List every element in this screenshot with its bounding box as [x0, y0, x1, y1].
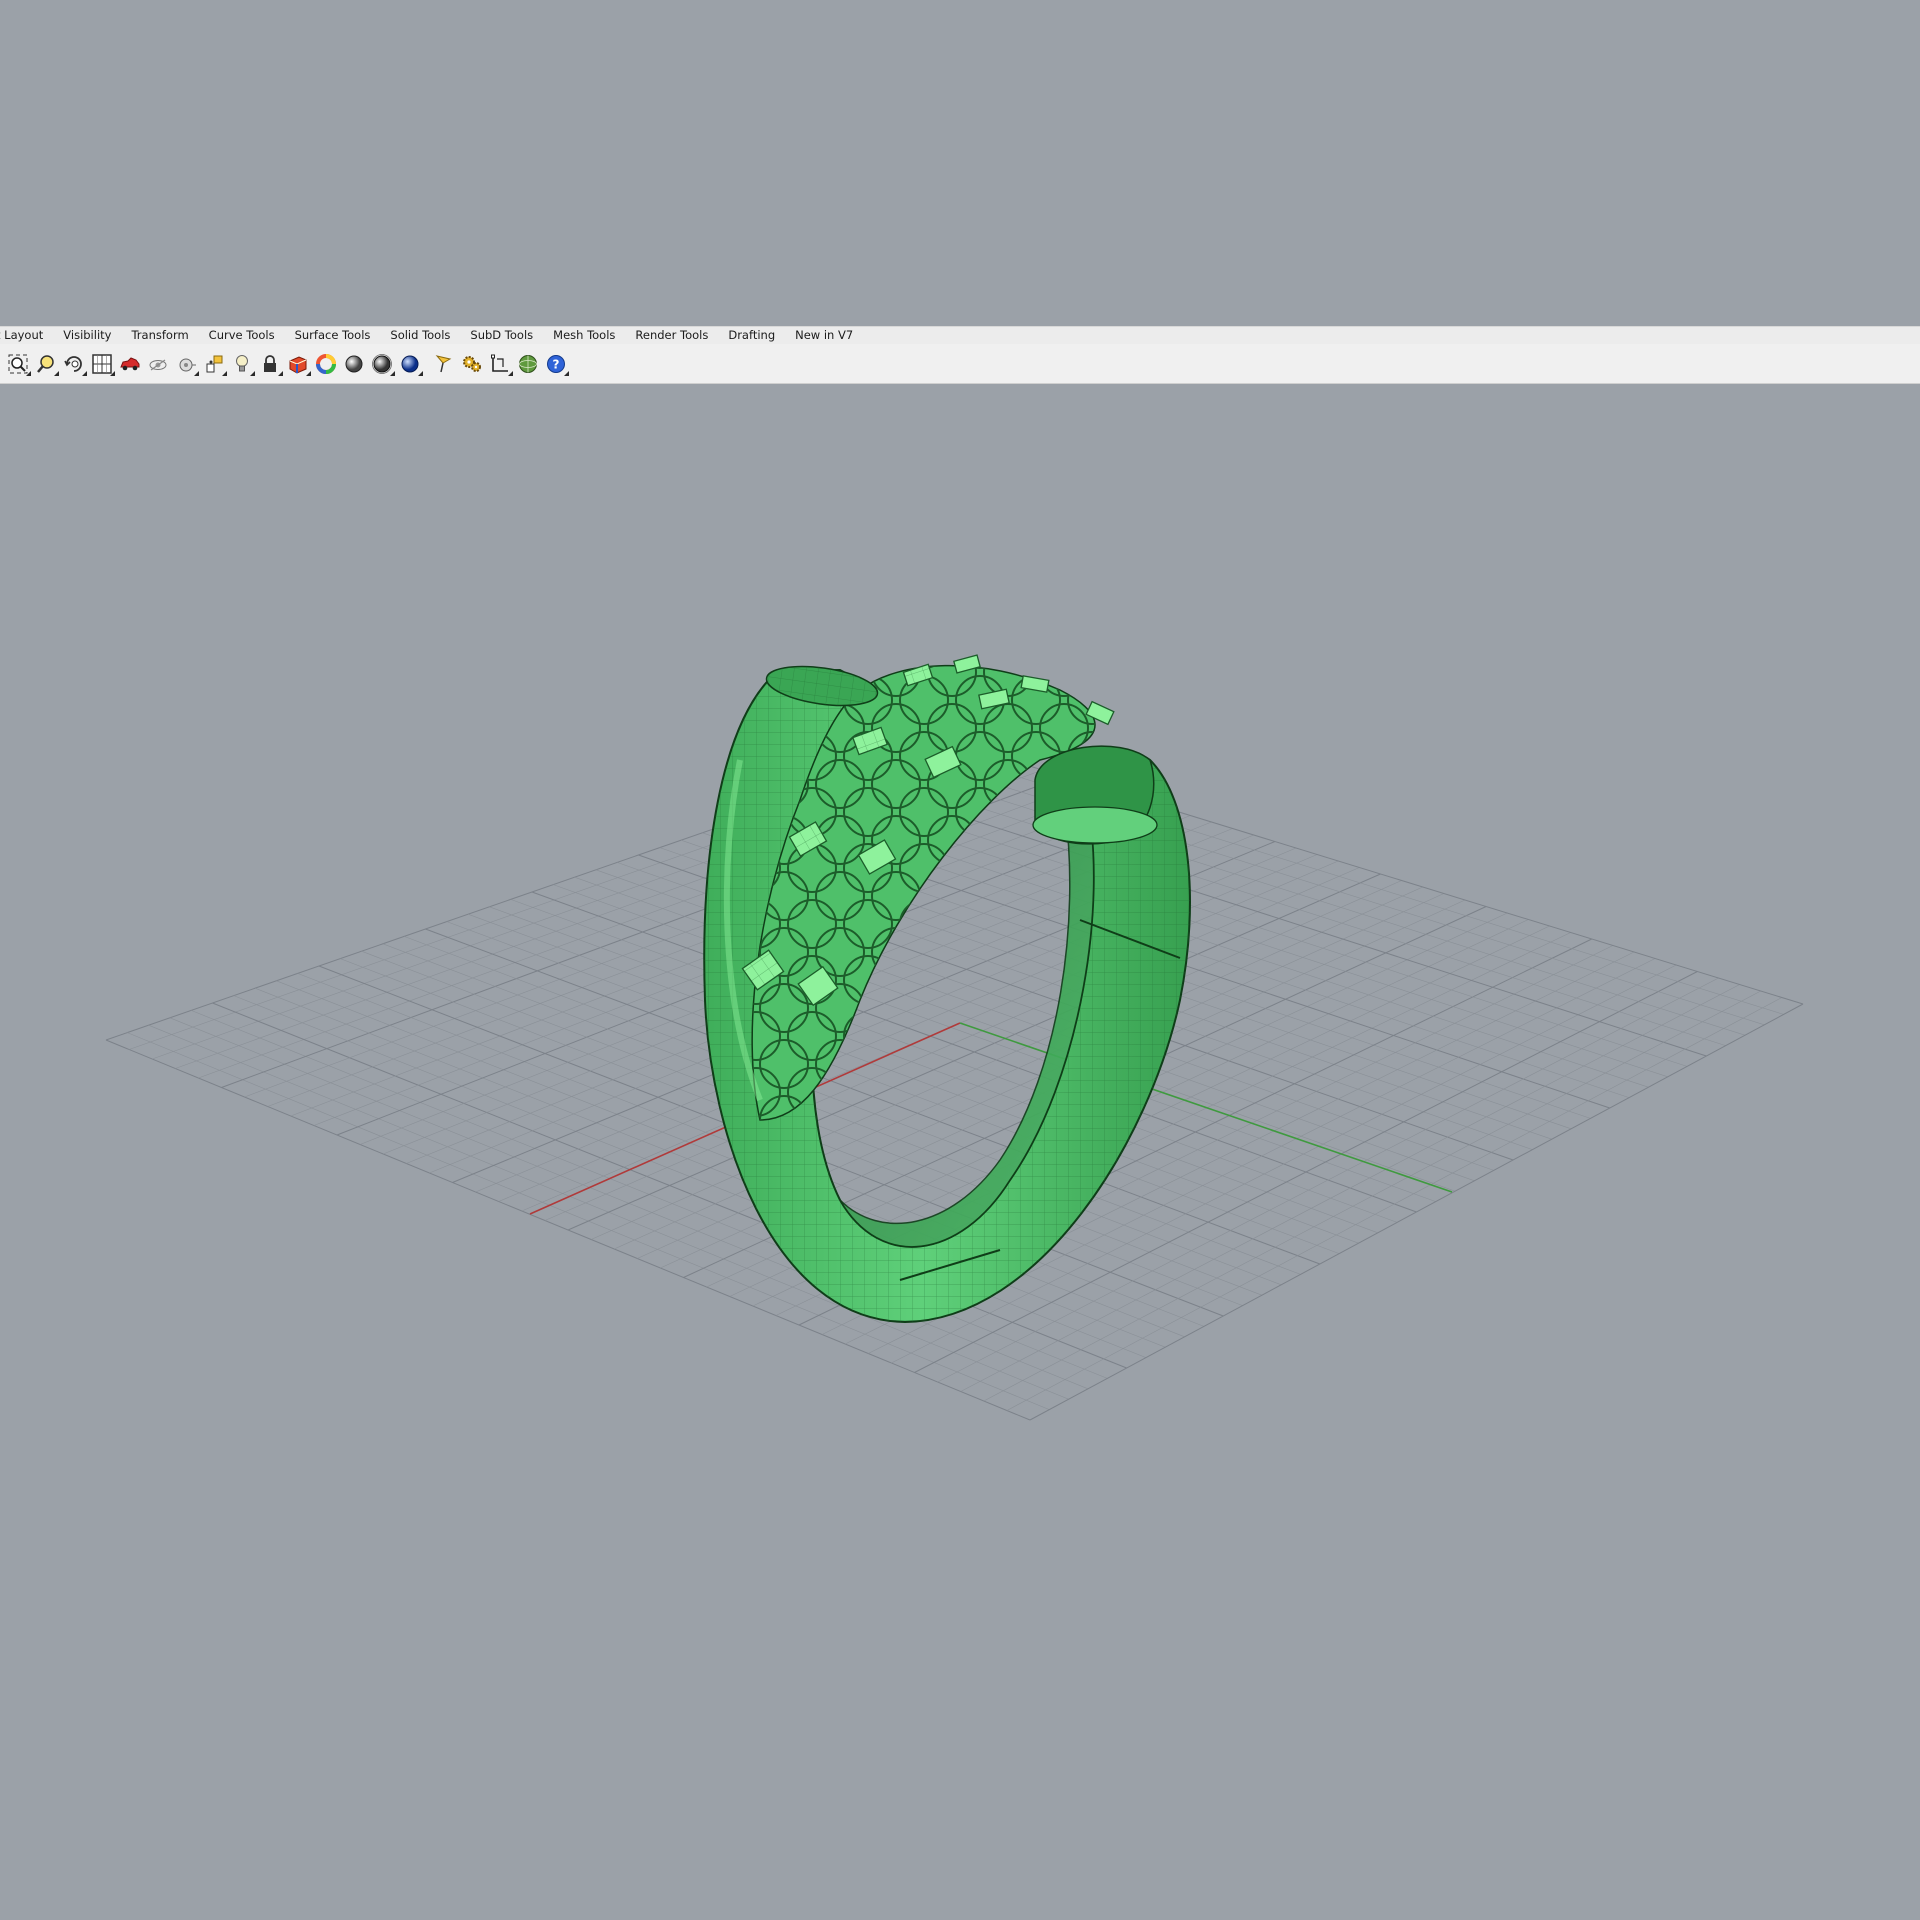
grid-line [872, 773, 1726, 1046]
tab-mesh-tools[interactable]: Mesh Tools [543, 327, 625, 345]
light-button[interactable] [229, 351, 255, 377]
environment-button[interactable] [515, 351, 541, 377]
tab-surface-tools[interactable]: Surface Tools [285, 327, 381, 345]
tab-solid-tools[interactable]: Solid Tools [380, 327, 460, 345]
flyout-indicator-icon [110, 370, 115, 376]
shaded-view-button[interactable] [341, 351, 367, 377]
flyout-indicator-icon [306, 370, 311, 376]
tab-drafting[interactable]: Drafting [718, 327, 785, 345]
rendered-view-button[interactable] [369, 351, 395, 377]
flyout-indicator-icon [250, 370, 255, 376]
pencil-icon [435, 354, 452, 372]
rotate-view-button[interactable] [61, 351, 87, 377]
flyout-indicator-icon [508, 370, 513, 376]
flyout-indicator-icon [222, 370, 227, 376]
options-button[interactable] [459, 351, 485, 377]
car-icon [120, 356, 140, 370]
flyout-indicator-icon [390, 370, 395, 376]
standard-toolbar: ? [0, 344, 1920, 384]
help-button[interactable]: ? [543, 351, 569, 377]
perspective-viewport[interactable] [0, 384, 1920, 1920]
camera-button[interactable] [173, 351, 199, 377]
tab-layout[interactable]: t Layout [0, 327, 53, 345]
render-button[interactable] [397, 351, 423, 377]
point-object-button[interactable] [201, 351, 227, 377]
eye-icon [149, 359, 167, 370]
ring-model[interactable] [703, 654, 1191, 1324]
material-button[interactable] [285, 351, 311, 377]
color-button[interactable] [313, 351, 339, 377]
viewport-top-area [0, 0, 1920, 326]
tab-visibility[interactable]: Visibility [53, 327, 121, 345]
lock-button[interactable] [257, 351, 283, 377]
viewport-layout-button[interactable] [89, 351, 115, 377]
construction-grid [105, 743, 1804, 1421]
zoom-window-button[interactable] [33, 351, 59, 377]
tab-subd-tools[interactable]: SubD Tools [460, 327, 543, 345]
color-wheel-icon [316, 353, 336, 374]
tab-transform[interactable]: Transform [121, 327, 198, 345]
hide-button[interactable] [145, 351, 171, 377]
flyout-indicator-icon [564, 370, 569, 376]
svg-text:?: ? [553, 357, 560, 371]
flyout-indicator-icon [194, 370, 199, 376]
tab-curve-tools[interactable]: Curve Tools [199, 327, 285, 345]
dimension-button[interactable] [487, 351, 513, 377]
ring-right-end-rim [1032, 806, 1158, 844]
flyout-indicator-icon [82, 370, 87, 376]
shaded-sphere-icon [345, 355, 363, 372]
flyout-indicator-icon [26, 370, 31, 376]
tab-new-in-v7[interactable]: New in V7 [785, 327, 863, 345]
flyout-indicator-icon [278, 370, 283, 376]
draw-button[interactable] [431, 351, 457, 377]
gears-icon [463, 355, 481, 372]
viewport-canvas[interactable] [0, 384, 1920, 1920]
flyout-indicator-icon [54, 370, 59, 376]
zoom-extents-button[interactable] [5, 351, 31, 377]
globe-icon [519, 354, 537, 373]
tab-render-tools[interactable]: Render Tools [625, 327, 718, 345]
flyout-indicator-icon [418, 370, 423, 376]
toolbar-tab-bar: t Layout Visibility Transform Curve Tool… [0, 326, 1920, 344]
named-view-button[interactable] [117, 351, 143, 377]
